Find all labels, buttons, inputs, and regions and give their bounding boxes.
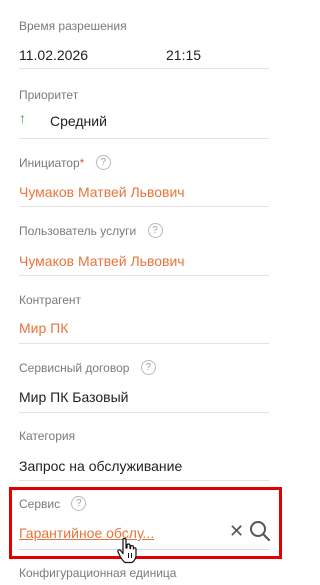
initiator-value[interactable]: Чумаков Матвей Львович — [19, 184, 185, 200]
configuration-unit-field: Конфигурационная единица — [19, 566, 269, 580]
service-user-label: Пользователь услуги — [19, 224, 137, 238]
priority-value[interactable]: Средний — [50, 113, 107, 129]
help-icon[interactable]: ? — [95, 155, 111, 171]
category-field: Категория Запрос на обслуживание — [19, 429, 269, 481]
initiator-label: Инициатор — [19, 156, 80, 170]
clear-icon[interactable]: ✕ — [229, 521, 244, 542]
counterparty-field: Контрагент Мир ПК — [19, 293, 269, 344]
divider — [19, 138, 269, 139]
counterparty-value[interactable]: Мир ПК — [19, 320, 68, 336]
divider — [19, 549, 269, 550]
divider — [19, 343, 269, 344]
divider — [19, 68, 269, 69]
service-user-field: Пользователь услуги ? Чумаков Матвей Льв… — [19, 223, 269, 276]
divider — [19, 480, 269, 481]
category-value[interactable]: Запрос на обслуживание — [19, 458, 182, 474]
service-label: Сервис — [19, 497, 61, 511]
arrow-up-icon: ↑ — [19, 110, 26, 126]
service-user-value[interactable]: Чумаков Матвей Львович — [19, 253, 185, 269]
divider — [19, 412, 269, 413]
category-label: Категория — [19, 429, 76, 443]
priority-label: Приоритет — [19, 88, 79, 102]
resolution-date-value[interactable]: 11.02.2026 — [19, 47, 88, 63]
service-contract-value[interactable]: Мир ПК Базовый — [19, 389, 128, 405]
resolution-time-value[interactable]: 21:15 — [166, 47, 201, 63]
hand-cursor-icon — [117, 538, 137, 564]
service-field: Сервис ? Гарантийное обслу... ✕ — [19, 496, 271, 550]
help-icon[interactable]: ? — [140, 360, 156, 376]
service-contract-label: Сервисный договор — [19, 361, 130, 375]
configuration-unit-label: Конфигурационная единица — [19, 566, 177, 580]
divider — [19, 206, 269, 207]
search-icon[interactable] — [249, 520, 271, 542]
divider — [19, 275, 269, 276]
priority-field: Приоритет ↑ Средний — [19, 88, 269, 139]
initiator-field: Инициатор* ? Чумаков Матвей Львович — [19, 155, 269, 207]
help-icon[interactable]: ? — [147, 223, 163, 239]
help-icon[interactable]: ? — [71, 496, 87, 512]
resolution-time-field: Время разрешения 11.02.2026 21:15 — [19, 19, 269, 69]
service-contract-field: Сервисный договор ? Мир ПК Базовый — [19, 360, 269, 413]
required-mark: * — [79, 156, 85, 170]
resolution-time-label: Время разрешения — [19, 19, 127, 33]
counterparty-label: Контрагент — [19, 293, 82, 307]
